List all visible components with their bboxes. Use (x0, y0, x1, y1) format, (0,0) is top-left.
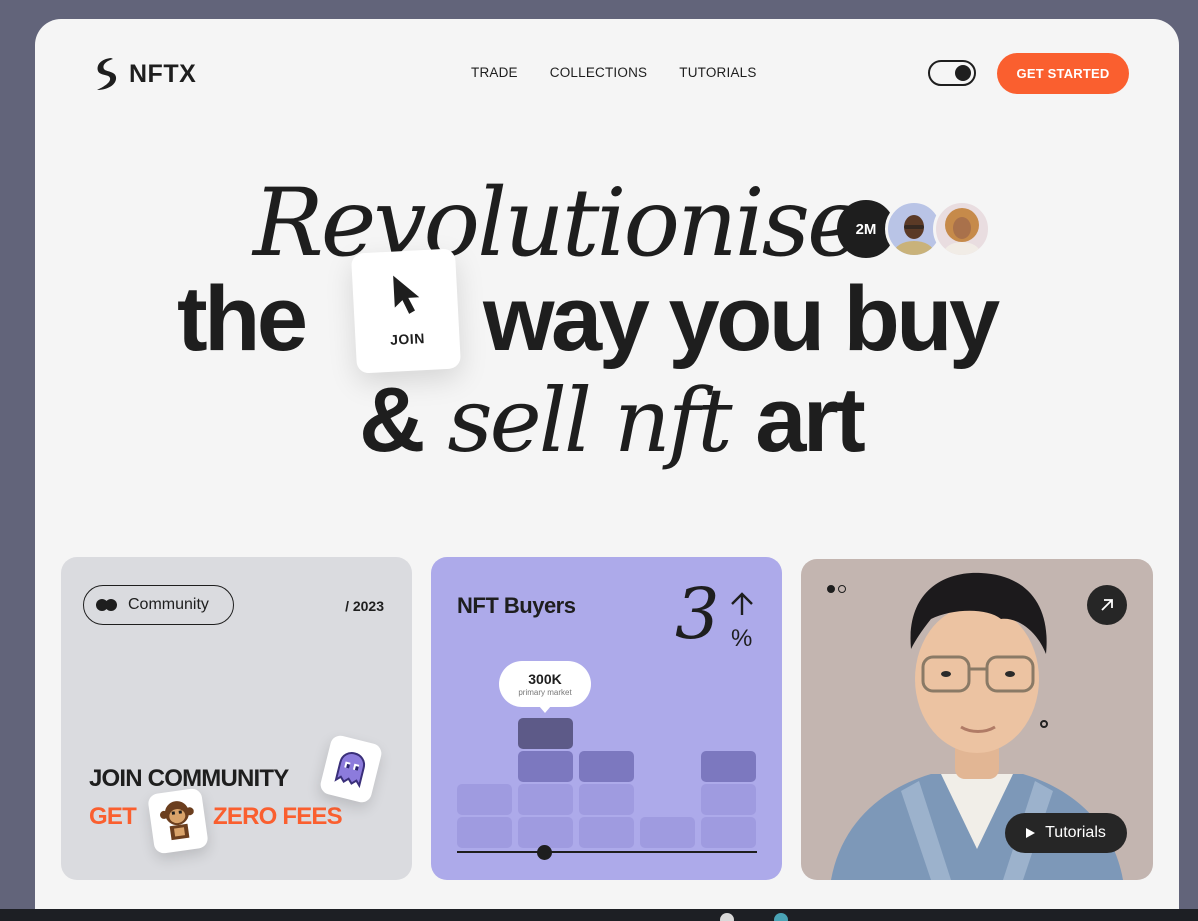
taskbar-app-icon[interactable] (774, 913, 788, 921)
play-icon (1026, 828, 1036, 838)
carousel-dots[interactable] (827, 585, 846, 593)
logo-icon (97, 58, 117, 90)
buyers-tooltip: 300K primary market (499, 661, 591, 713)
brand-name: NFTX (129, 59, 197, 88)
tooltip-subtitle: primary market (518, 688, 572, 697)
get-text: GET (89, 803, 137, 830)
zero-fees-text: ZERO FEES (213, 803, 343, 830)
hero-art: art (755, 369, 866, 471)
chart-bar-block (518, 784, 573, 815)
brand-logo[interactable]: NFTX (93, 57, 196, 91)
landing-page: NFTX TRADE COLLECTIONS TUTORIALS GET STA… (35, 19, 1179, 909)
ghost-sticker (318, 733, 384, 805)
tooltip-value: 300K (528, 671, 562, 687)
tutorials-button[interactable]: Tutorials (1005, 813, 1127, 853)
arrow-up-right-icon (1101, 599, 1113, 611)
hero-ampersand: & (359, 369, 425, 471)
community-pill[interactable]: Community (83, 585, 234, 625)
community-pill-label: Community (128, 596, 209, 613)
pill-dots-icon (96, 599, 117, 611)
chart-bar-block (701, 751, 756, 782)
person-avatar-icon (944, 208, 980, 255)
pixel-monkey-icon (160, 801, 194, 841)
chart-bar-block (701, 817, 756, 848)
tutorials-card: Tutorials (801, 559, 1153, 880)
user-avatars: 2M (837, 200, 991, 258)
nft-buyers-card: NFT Buyers 3 % 300K primary market (431, 557, 782, 880)
cursor-arrow-icon (393, 275, 420, 314)
nav-tutorials[interactable]: TUTORIALS (679, 65, 756, 80)
chart-bar-block (640, 817, 695, 848)
buyers-bar-chart (457, 718, 756, 848)
chart-bar-block (701, 784, 756, 815)
join-card[interactable]: JOIN (350, 248, 462, 374)
hero-line-way-you-buy: way you buy (483, 268, 1000, 370)
toggle-knob (955, 65, 971, 81)
tutorials-label: Tutorials (1045, 824, 1106, 841)
get-started-button[interactable]: GET STARTED (997, 53, 1129, 94)
theme-toggle[interactable] (928, 60, 976, 86)
hero-line-the: the (177, 268, 308, 370)
hero-sell-nft: sell nft (447, 369, 733, 472)
chart-bar-block (518, 817, 573, 848)
chart-bar-block (518, 718, 573, 749)
chart-bar-block (518, 751, 573, 782)
chart-bar-block (457, 784, 512, 815)
nav-trade[interactable]: TRADE (471, 65, 518, 80)
chart-slider-track[interactable] (457, 851, 757, 853)
taskbar-app-icon[interactable] (720, 913, 734, 921)
hero-line-revolutionise: Revolutionise (253, 169, 863, 278)
chart-slider-handle[interactable] (537, 845, 552, 860)
nav-collections[interactable]: COLLECTIONS (550, 65, 647, 80)
avatar (933, 200, 991, 258)
main-nav: TRADE COLLECTIONS TUTORIALS (471, 65, 757, 80)
chart-bar-block (579, 751, 634, 782)
join-label: JOIN (389, 330, 426, 348)
taskbar (0, 909, 1198, 921)
open-external-button[interactable] (1087, 585, 1127, 625)
chart-bar-block (579, 784, 634, 815)
community-year: / 2023 (345, 598, 384, 614)
carousel-dot[interactable] (827, 585, 835, 593)
chart-bar-block (457, 817, 512, 848)
monkey-sticker (147, 787, 209, 855)
community-card: Community / 2023 JOIN COMMUNITY GET ZERO… (61, 557, 412, 880)
pixel-ghost-icon (334, 752, 366, 789)
hero-line-sell-nft-art: & sell nft art (359, 374, 866, 466)
carousel-dot[interactable] (838, 585, 846, 593)
chart-bar-block (579, 817, 634, 848)
